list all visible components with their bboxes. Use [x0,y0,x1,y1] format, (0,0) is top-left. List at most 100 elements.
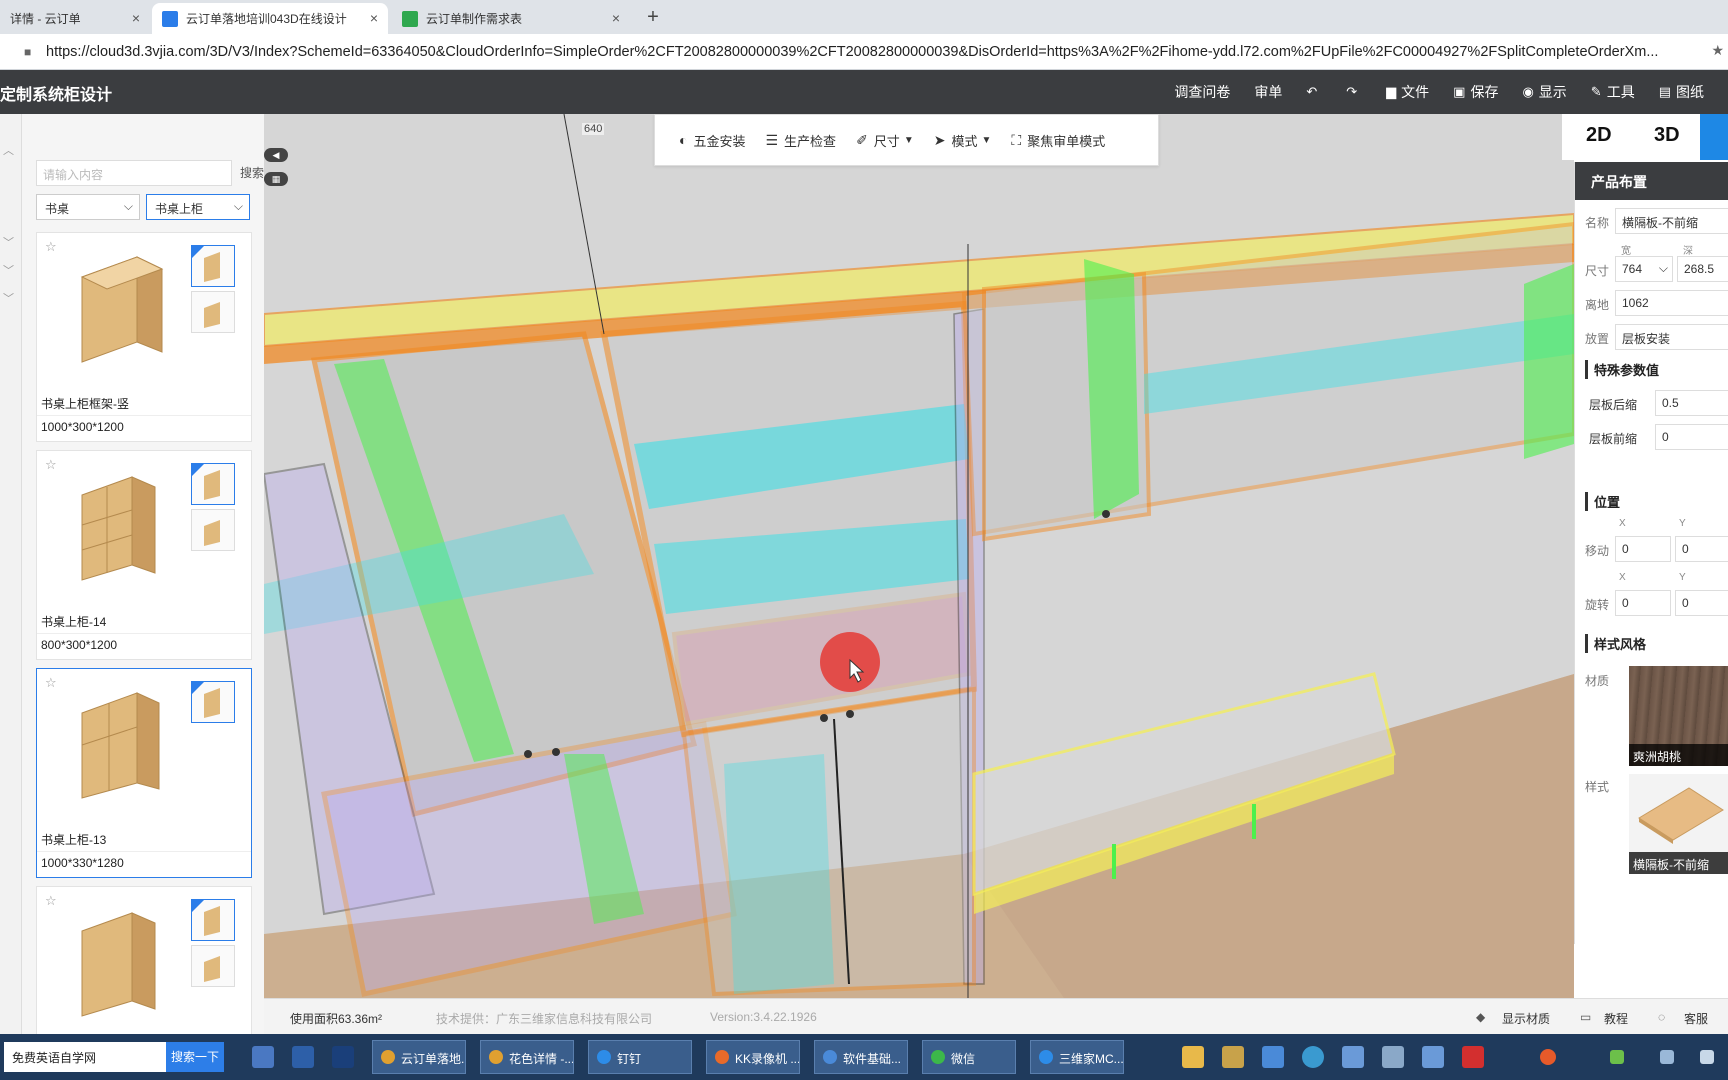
taskbar-search-input[interactable]: 免费英语自学网 [4,1042,166,1072]
taskbar-task[interactable]: 花色详情 -... [480,1040,574,1074]
toolbar-button[interactable]: ⛶ 聚焦审单模式 [1011,131,1105,150]
notification-icon[interactable] [1700,1050,1714,1064]
taskbar-task[interactable]: KK录像机 ... [706,1040,800,1074]
view-3d-button[interactable]: 3D [1654,124,1680,147]
material-swatch[interactable]: 爽洲胡桃 [1629,666,1728,766]
collapse-panel-button[interactable]: ◀ [264,148,288,162]
variant-thumb[interactable] [191,509,235,551]
subcategory-select[interactable]: 书桌上柜 ⌵ [146,194,250,220]
menu-item-label: 保存 [1470,84,1499,100]
dimension-label: 640 [582,123,605,135]
name-field[interactable]: 横隔板-不前缩 [1615,208,1728,234]
move-x-field[interactable]: 0 [1615,536,1671,562]
redo-icon[interactable]: ↷ [1346,84,1362,100]
menu-item[interactable]: ◉ 显示 [1522,82,1566,102]
menu-item[interactable]: 调查问卷 [1174,82,1230,102]
favorite-star-icon[interactable]: ☆ [45,239,57,255]
shelf-front-field[interactable]: 0 [1655,424,1728,450]
chevron-down-icon[interactable]: ﹀ [3,262,14,278]
toolbar-button[interactable]: ✐ 尺寸 ▼ [856,131,914,150]
toolbar-button[interactable]: ☰ 生产检查 [765,131,836,150]
bookmark-star-icon[interactable]: ★ [1711,42,1724,59]
chevron-down-icon[interactable]: ﹀ [3,290,14,306]
favorite-star-icon[interactable]: ☆ [45,675,57,691]
cabinet-thumbnail [81,692,160,799]
variant-thumb[interactable] [191,291,235,333]
shelf-back-field[interactable]: 0.5 [1655,390,1728,416]
app-icon[interactable] [1342,1046,1364,1068]
menu-item[interactable]: ▣ 保存 [1453,82,1498,102]
toolbar-button[interactable]: ◐ 五金安装 [679,131,745,150]
catalog-item[interactable]: ☆ 书桌上柜框架-竖 1000*300*1200 [36,232,252,442]
width-select[interactable]: 764 ⌵ [1615,256,1673,282]
menu-item[interactable]: ✎ 工具 [1591,82,1635,102]
tab-online-design[interactable]: 云订单落地培训043D在线设计 × [152,3,388,34]
chevron-up-icon[interactable]: ︿ [3,142,14,158]
ime-icon[interactable] [1540,1049,1556,1065]
move-y-field[interactable]: 0 [1675,536,1728,562]
height-field[interactable]: 1062 [1615,290,1728,316]
3d-viewport[interactable] [264,114,1574,998]
taskbar-task[interactable]: 云订单落地... [372,1040,466,1074]
menu-item[interactable]: ▤ 图纸 [1659,82,1704,102]
taskbar-search-button[interactable]: 搜索一下 [166,1042,224,1072]
app-icon[interactable] [252,1046,274,1068]
app-icon[interactable] [1262,1046,1284,1068]
service-button[interactable]: 客服 [1684,1010,1708,1027]
view-active-indicator[interactable] [1700,114,1728,160]
variant-thumb[interactable] [191,945,235,987]
depth-select[interactable]: 268.5 [1677,256,1728,282]
app-icon[interactable] [292,1046,314,1068]
menu-item[interactable]: 审单 [1254,82,1282,102]
search-input[interactable]: 请输入内容 [36,160,232,186]
favorite-star-icon[interactable]: ☆ [45,893,57,909]
variant-thumb[interactable] [191,245,235,287]
show-material-button[interactable]: 显示材质 [1502,1010,1550,1027]
catalog-item[interactable]: ☆ 书桌上柜-14 800*300*1200 [36,450,252,660]
status-bar: 使用面积63.36m² 技术提供：广东三维家信息科技有限公司 Version:3… [264,998,1728,1034]
close-icon[interactable]: × [612,10,620,26]
chevron-down-icon[interactable]: ﹀ [3,234,14,250]
favorite-star-icon[interactable]: ☆ [45,457,57,473]
tutorial-button[interactable]: 教程 [1604,1010,1628,1027]
close-icon[interactable]: × [132,10,140,26]
style-swatch[interactable]: 横隔板-不前缩 [1629,774,1728,874]
catalog-item[interactable]: ☆ 书桌上柜-13 1000*330*1280 [36,668,252,878]
url-text[interactable]: https://cloud3d.3vjia.com/3D/V3/Index?Sc… [46,44,1716,60]
taskbar-task[interactable]: 微信 [922,1040,1016,1074]
grid-menu-button[interactable]: ▦ [264,172,288,186]
undo-icon[interactable]: ↶ [1306,84,1322,100]
tech-provider: 技术提供：广东三维家信息科技有限公司 [436,1012,653,1026]
top-menu: 调查问卷 审单 ↶ ↷ ▆ 文件 ▣ 保存 ◉ 显示 ✎ 工具 ▤ 图纸 [1174,70,1728,114]
category-select[interactable]: 书桌 ⌵ [36,194,140,220]
address-bar[interactable]: ■ https://cloud3d.3vjia.com/3D/V3/Index?… [0,34,1728,70]
new-tab-button[interactable]: + [640,4,666,30]
network-icon[interactable] [1610,1050,1624,1064]
volume-icon[interactable] [1660,1050,1674,1064]
close-icon[interactable]: × [370,10,378,26]
height-label: 离地 [1585,298,1610,312]
taskbar-task[interactable]: 软件基础... [814,1040,908,1074]
app-icon[interactable] [332,1046,354,1068]
app-icon[interactable] [1222,1046,1244,1068]
menu-item[interactable]: ▆ 文件 [1386,82,1429,102]
folder-icon[interactable] [1182,1046,1204,1068]
rotate-x-field[interactable]: 0 [1615,590,1671,616]
catalog-item[interactable]: ☆ [36,886,252,1039]
rotate-y-field[interactable]: 0 [1675,590,1728,616]
toolbar-button[interactable]: ➤ 模式 ▼ [934,131,992,150]
variant-thumb[interactable] [191,463,235,505]
taskbar-task[interactable]: 钉钉 [588,1040,692,1074]
pdf-icon[interactable] [1462,1046,1484,1068]
globe-icon[interactable] [1302,1046,1324,1068]
place-field[interactable]: 层板安装 [1615,324,1728,350]
variant-thumb[interactable] [191,899,235,941]
tab-order-detail[interactable]: 详情 - 云订单 × [0,3,150,34]
app-icon[interactable] [1422,1046,1444,1068]
taskbar-task[interactable]: 三维家MC... [1030,1040,1124,1074]
tab-requirement-sheet[interactable]: 云订单制作需求表 × [392,3,630,34]
variant-thumb[interactable] [191,681,235,723]
cabinet-3d-render [264,114,1574,998]
recycle-bin-icon[interactable] [1382,1046,1404,1068]
view-2d-button[interactable]: 2D [1586,124,1612,147]
